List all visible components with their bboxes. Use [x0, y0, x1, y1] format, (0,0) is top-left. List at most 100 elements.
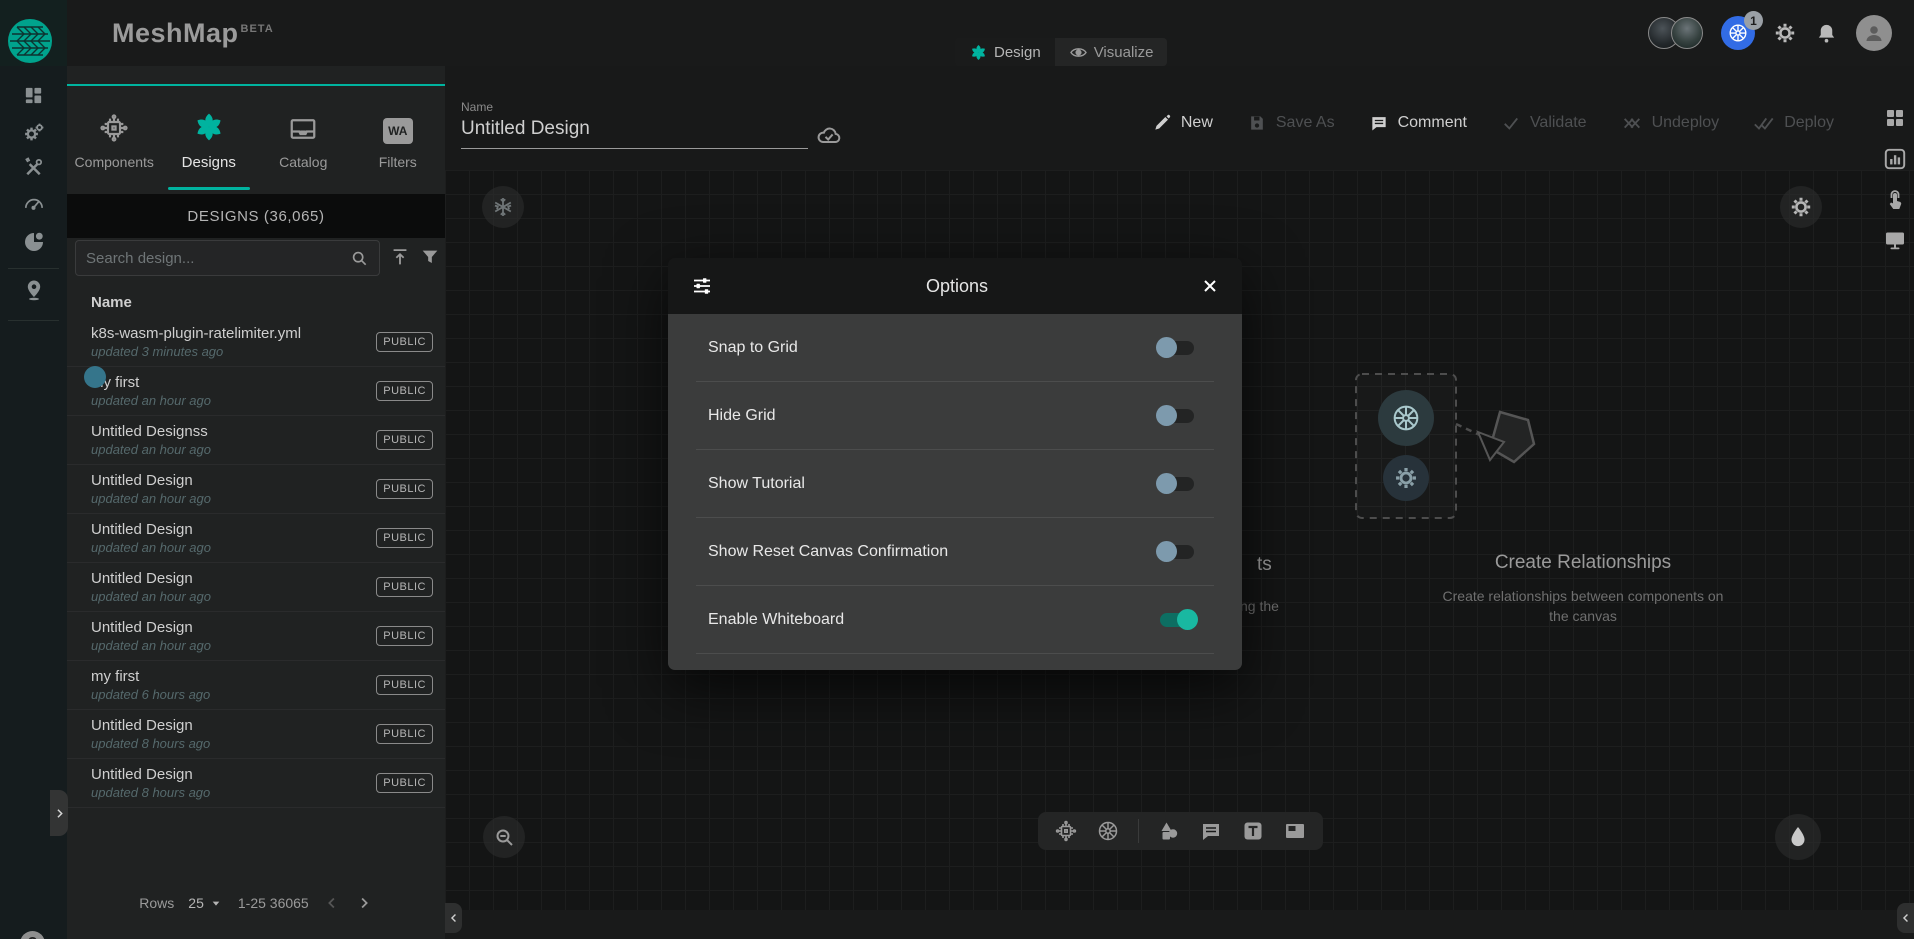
cluster-filter-button[interactable] — [482, 186, 524, 228]
toggle-switch[interactable] — [1158, 473, 1196, 495]
collaborator-avatar[interactable] — [1671, 17, 1703, 49]
comment-button[interactable]: Comment — [1369, 113, 1467, 133]
undeploy-button[interactable]: Undeploy — [1621, 112, 1720, 134]
rail-extensions-pie-icon[interactable] — [0, 230, 67, 254]
design-name: Untitled Designss — [91, 423, 376, 440]
tab-catalog[interactable]: Catalog — [256, 86, 351, 194]
page-range: 1-25 36065 — [238, 895, 309, 911]
collapse-right-dock-button[interactable] — [1897, 903, 1914, 933]
relationships-illustration — [1350, 366, 1590, 546]
name-label: Name — [461, 100, 811, 114]
tab-visualize[interactable]: Visualize — [1055, 38, 1168, 66]
layer5-logo[interactable] — [0, 0, 67, 66]
visibility-badge[interactable]: PUBLIC — [376, 675, 433, 695]
validate-button[interactable]: Validate — [1501, 113, 1587, 133]
visibility-badge[interactable]: PUBLIC — [376, 773, 433, 793]
user-avatar[interactable] — [1856, 15, 1892, 51]
meshery-swirl-icon — [969, 43, 988, 62]
kubernetes-context-button[interactable]: 1 — [1721, 16, 1755, 50]
design-list-item[interactable]: Untitled Design updated 8 hours ago PUBL… — [67, 710, 445, 759]
expand-sidebar-button[interactable] — [50, 790, 68, 836]
dock-grid-icon[interactable] — [1883, 106, 1907, 130]
filter-funnel-icon[interactable] — [419, 246, 441, 268]
context-count-badge: 1 — [1744, 11, 1763, 30]
rail-configuration-tools-icon[interactable] — [0, 156, 67, 179]
visibility-badge[interactable]: PUBLIC — [376, 430, 433, 450]
caret-down-icon — [208, 895, 224, 911]
dock-chart-icon[interactable] — [1882, 146, 1908, 172]
design-list-item[interactable]: Untitled Designss updated an hour ago PU… — [67, 416, 445, 465]
option-row: Show Reset Canvas Confirmation — [696, 518, 1214, 586]
collapse-left-panel-button[interactable] — [445, 903, 462, 933]
design-updated: updated an hour ago — [91, 638, 376, 653]
drop-icon — [1785, 824, 1811, 850]
occluded-hint-subtitle-fragment: ng the — [1240, 598, 1279, 614]
design-list-item[interactable]: Untitled Design updated an hour ago PUBL… — [67, 514, 445, 563]
rows-per-page-select[interactable]: 25 — [188, 895, 224, 911]
settings-gear-icon[interactable] — [1773, 21, 1797, 45]
toggle-switch[interactable] — [1158, 405, 1196, 427]
shapes-icon[interactable] — [1157, 819, 1181, 843]
rail-divider — [8, 268, 59, 269]
visibility-badge[interactable]: PUBLIC — [376, 381, 433, 401]
text-tool-icon[interactable] — [1241, 819, 1265, 843]
search-icon — [349, 248, 369, 268]
design-name: Untitled Design — [91, 766, 376, 783]
rail-meshmap-pin-icon[interactable] — [0, 278, 67, 302]
visibility-badge[interactable]: PUBLIC — [376, 332, 433, 352]
tab-visualize-label: Visualize — [1094, 44, 1154, 61]
new-button[interactable]: New — [1152, 113, 1213, 133]
design-name-field: Name — [461, 100, 811, 149]
zoom-out-icon — [492, 825, 516, 849]
canvas-options-button[interactable] — [1780, 186, 1822, 228]
kubernetes-node-icon[interactable] — [1096, 819, 1120, 843]
collaborator-avatars[interactable] — [1648, 17, 1703, 49]
visibility-badge[interactable]: PUBLIC — [376, 724, 433, 744]
design-list-item[interactable]: Untitled Design updated an hour ago PUBL… — [67, 563, 445, 612]
design-list-item[interactable]: my first updated 6 hours ago PUBLIC — [67, 661, 445, 710]
rail-performance-gauge-icon[interactable] — [0, 192, 67, 215]
design-updated: updated 8 hours ago — [91, 736, 376, 751]
image-tool-icon[interactable] — [1283, 819, 1307, 843]
ink-drop-button[interactable] — [1775, 814, 1821, 860]
upload-icon[interactable] — [389, 246, 411, 268]
zoom-out-button[interactable] — [483, 816, 525, 858]
next-page-icon[interactable] — [355, 894, 373, 912]
visibility-badge[interactable]: PUBLIC — [376, 479, 433, 499]
help-button[interactable]: ? — [20, 931, 45, 939]
right-dock — [1882, 106, 1908, 252]
dock-monitor-icon[interactable] — [1883, 228, 1907, 252]
save-as-button[interactable]: Save As — [1247, 113, 1335, 133]
deploy-button[interactable]: Deploy — [1753, 112, 1834, 134]
tab-components[interactable]: Components — [67, 86, 162, 194]
design-list-item[interactable]: my first updated an hour ago PUBLIC — [67, 367, 445, 416]
tab-designs[interactable]: Designs — [162, 86, 257, 194]
tab-filters[interactable]: WA Filters — [351, 86, 446, 194]
toggle-switch[interactable] — [1158, 337, 1196, 359]
component-chip-icon[interactable] — [1054, 819, 1078, 843]
prev-page-icon[interactable] — [323, 894, 341, 912]
search-input[interactable] — [76, 250, 349, 267]
eye-icon — [1069, 43, 1088, 62]
design-name-input[interactable] — [461, 114, 808, 149]
design-list-item[interactable]: Untitled Design updated 8 hours ago PUBL… — [67, 759, 445, 808]
comment-tool-icon[interactable] — [1199, 819, 1223, 843]
tab-design[interactable]: Design — [955, 38, 1055, 66]
options-modal-header[interactable]: Options — [668, 258, 1242, 314]
visibility-badge[interactable]: PUBLIC — [376, 528, 433, 548]
visibility-badge[interactable]: PUBLIC — [376, 626, 433, 646]
rail-divider — [8, 320, 59, 321]
rail-lifecycle-gears-icon[interactable] — [0, 120, 67, 144]
visibility-badge[interactable]: PUBLIC — [376, 577, 433, 597]
design-list-item[interactable]: k8s-wasm-plugin-ratelimiter.yml updated … — [67, 318, 445, 367]
notifications-bell-icon[interactable] — [1815, 22, 1838, 45]
design-list-item[interactable]: Untitled Design updated an hour ago PUBL… — [67, 465, 445, 514]
toggle-switch[interactable] — [1158, 541, 1196, 563]
rail-dashboard-icon[interactable] — [0, 84, 67, 107]
modal-title: Options — [714, 276, 1200, 297]
toggle-switch[interactable] — [1158, 609, 1196, 631]
design-list-item[interactable]: Untitled Design updated an hour ago PUBL… — [67, 612, 445, 661]
close-icon[interactable] — [1200, 276, 1220, 296]
dock-touch-icon[interactable] — [1883, 188, 1907, 212]
canvas-action-bar: New Save As Comment Validate Undeploy De… — [1152, 112, 1834, 134]
